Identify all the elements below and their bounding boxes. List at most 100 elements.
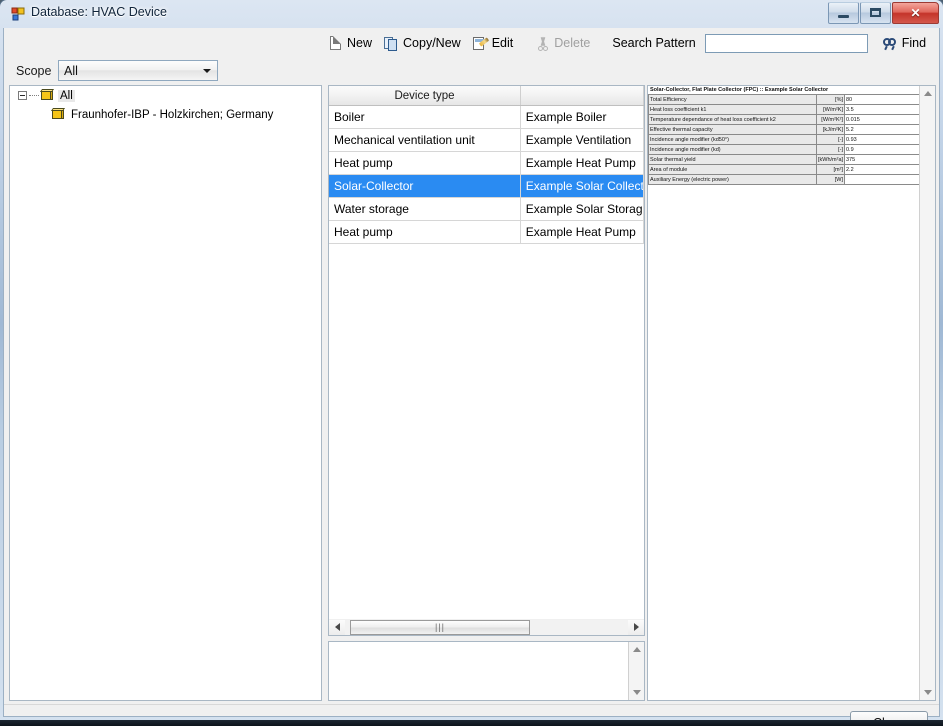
- search-input[interactable]: [704, 33, 868, 53]
- new-button[interactable]: New: [323, 32, 377, 54]
- copy-new-button-label: Copy/New: [403, 36, 461, 50]
- property-row[interactable]: Incidence angle modifier (kd) [-] 0.9: [648, 144, 926, 155]
- device-list-panel[interactable]: Device type Boiler Example Boiler Mechanic…: [328, 85, 645, 635]
- close-button[interactable]: Close: [850, 711, 928, 720]
- property-row[interactable]: Temperature dependance of heat loss coef…: [648, 114, 926, 125]
- delete-button-label: Delete: [554, 36, 591, 50]
- scissors-icon: [535, 36, 550, 51]
- window-titlebar[interactable]: Database: HVAC Device ✕: [0, 0, 943, 28]
- property-value[interactable]: 2.2: [844, 164, 926, 175]
- scope-tree-panel[interactable]: All Fraunhofer-IBP - Holzkirchen; German…: [9, 85, 322, 701]
- property-unit: [W/m²K²]: [816, 114, 845, 125]
- window-close-button[interactable]: ✕: [892, 2, 939, 24]
- hscroll-track[interactable]: |||: [345, 619, 628, 635]
- property-unit: [%]: [816, 94, 845, 105]
- window-title: Database: HVAC Device: [31, 5, 167, 19]
- property-value[interactable]: 3.5: [844, 104, 926, 115]
- arrow-right-icon: [633, 623, 639, 631]
- cell-device-name: Example Boiler: [521, 106, 644, 128]
- properties-scroll-down-button[interactable]: [920, 685, 935, 700]
- property-row[interactable]: Area of module [m²] 2.2: [648, 164, 926, 175]
- note-scroll-down-button[interactable]: [629, 685, 644, 700]
- property-name: Solar thermal yield: [648, 154, 817, 165]
- cell-device-type: Heat pump: [329, 221, 521, 243]
- property-row[interactable]: Auxiliary Energy (electric power) [W]: [648, 174, 926, 185]
- database-icon: [50, 108, 66, 121]
- main-toolbar: New Copy/New Edit Delete Search Pattern …: [323, 30, 936, 56]
- database-hvac-device-window: Database: HVAC Device ✕ New Copy/New Edi…: [0, 0, 943, 720]
- properties-table: Total Efficiency [%] 80 Heat loss coefficie…: [648, 94, 926, 185]
- property-unit: [W/m²K]: [816, 104, 845, 115]
- column-header-device-name[interactable]: [521, 86, 644, 105]
- maximize-button[interactable]: [860, 2, 891, 24]
- property-value[interactable]: 0.9: [844, 144, 926, 155]
- device-list-header: Device type: [329, 86, 644, 106]
- table-row[interactable]: Heat pump Example Heat Pump: [329, 221, 644, 244]
- hscroll-thumb[interactable]: |||: [350, 619, 530, 635]
- property-value[interactable]: 0.015: [844, 114, 926, 125]
- edit-pencil-icon: [472, 36, 489, 51]
- property-unit: [kJ/m²K]: [816, 124, 845, 135]
- properties-content: Solar-Collector, Flat Plate Collector (F…: [648, 86, 926, 700]
- find-button[interactable]: Find: [878, 32, 931, 54]
- property-name: Heat loss coefficient k1: [648, 104, 817, 115]
- minimize-button[interactable]: [828, 2, 859, 24]
- device-list-hscrollbar[interactable]: |||: [328, 619, 645, 636]
- arrow-up-icon: [632, 647, 641, 652]
- properties-title: Solar-Collector, Flat Plate Collector (F…: [650, 87, 829, 93]
- properties-vscrollbar[interactable]: [919, 86, 935, 700]
- device-properties-panel[interactable]: Solar-Collector, Flat Plate Collector (F…: [647, 85, 936, 701]
- device-list-rows: Boiler Example Boiler Mechanical ventilati…: [329, 106, 644, 244]
- note-scroll-up-button[interactable]: [629, 642, 644, 657]
- scope-dropdown[interactable]: All: [58, 60, 218, 81]
- expand-collapse-icon[interactable]: [18, 91, 27, 100]
- table-row[interactable]: Boiler Example Boiler: [329, 106, 644, 129]
- property-value[interactable]: 375: [844, 154, 926, 165]
- property-row[interactable]: Heat loss coefficient k1 [W/m²K] 3.5: [648, 104, 926, 115]
- property-name: Incidence angle modifier (kd50°): [648, 134, 817, 145]
- description-vscrollbar[interactable]: [628, 642, 644, 700]
- grip-icon: |||: [434, 621, 445, 632]
- search-pattern-label: Search Pattern: [612, 36, 696, 50]
- property-name: Area of module: [648, 164, 817, 175]
- property-name: Auxiliary Energy (electric power): [648, 174, 817, 185]
- edit-button[interactable]: Edit: [468, 32, 519, 54]
- cell-device-name: Example Heat Pump: [521, 152, 644, 174]
- copy-new-button[interactable]: Copy/New: [379, 32, 466, 54]
- tree-node-fraunhofer-label: Fraunhofer-IBP - Holzkirchen; Germany: [71, 108, 274, 121]
- property-value[interactable]: 5.2: [844, 124, 926, 135]
- taskbar-strip: [0, 720, 943, 726]
- scroll-left-button[interactable]: [329, 619, 345, 635]
- binoculars-icon: [882, 36, 898, 51]
- database-window-icon: [11, 7, 25, 21]
- tree-node-fraunhofer[interactable]: Fraunhofer-IBP - Holzkirchen; Germany: [10, 105, 321, 124]
- arrow-left-icon: [334, 623, 340, 631]
- tree-connector: [29, 94, 39, 97]
- arrow-up-icon: [923, 91, 932, 96]
- column-header-device-type[interactable]: Device type: [329, 86, 522, 105]
- table-row[interactable]: Heat pump Example Heat Pump: [329, 152, 644, 175]
- property-name: Incidence angle modifier (kd): [648, 144, 817, 155]
- property-value[interactable]: 80: [844, 94, 926, 105]
- table-row[interactable]: Solar-Collector Example Solar Collector: [329, 175, 644, 198]
- tree-node-all-label: All: [58, 89, 75, 102]
- search-pattern-label-wrap: Search Pattern: [607, 32, 700, 54]
- tree-node-all[interactable]: All: [10, 86, 321, 105]
- scroll-right-button[interactable]: [628, 619, 644, 635]
- description-textbox[interactable]: [328, 641, 645, 701]
- cell-device-type: Mechanical ventilation unit: [329, 129, 521, 151]
- property-value[interactable]: 0.93: [844, 134, 926, 145]
- property-row[interactable]: Total Efficiency [%] 80: [648, 94, 926, 105]
- cell-device-name: Example Heat Pump: [521, 221, 644, 243]
- property-unit: [m²]: [816, 164, 845, 175]
- property-unit: [-]: [816, 134, 845, 145]
- property-row[interactable]: Effective thermal capacity [kJ/m²K] 5.2: [648, 124, 926, 135]
- table-row[interactable]: Mechanical ventilation unit Example Venti…: [329, 129, 644, 152]
- property-row[interactable]: Incidence angle modifier (kd50°) [-] 0.93: [648, 134, 926, 145]
- property-value[interactable]: [844, 174, 926, 185]
- property-row[interactable]: Solar thermal yield [kWh/m²a] 375: [648, 154, 926, 165]
- scope-label: Scope: [16, 64, 52, 78]
- table-row[interactable]: Water storage Example Solar Storage: [329, 198, 644, 221]
- footer-divider: [4, 704, 939, 705]
- properties-scroll-up-button[interactable]: [920, 86, 935, 101]
